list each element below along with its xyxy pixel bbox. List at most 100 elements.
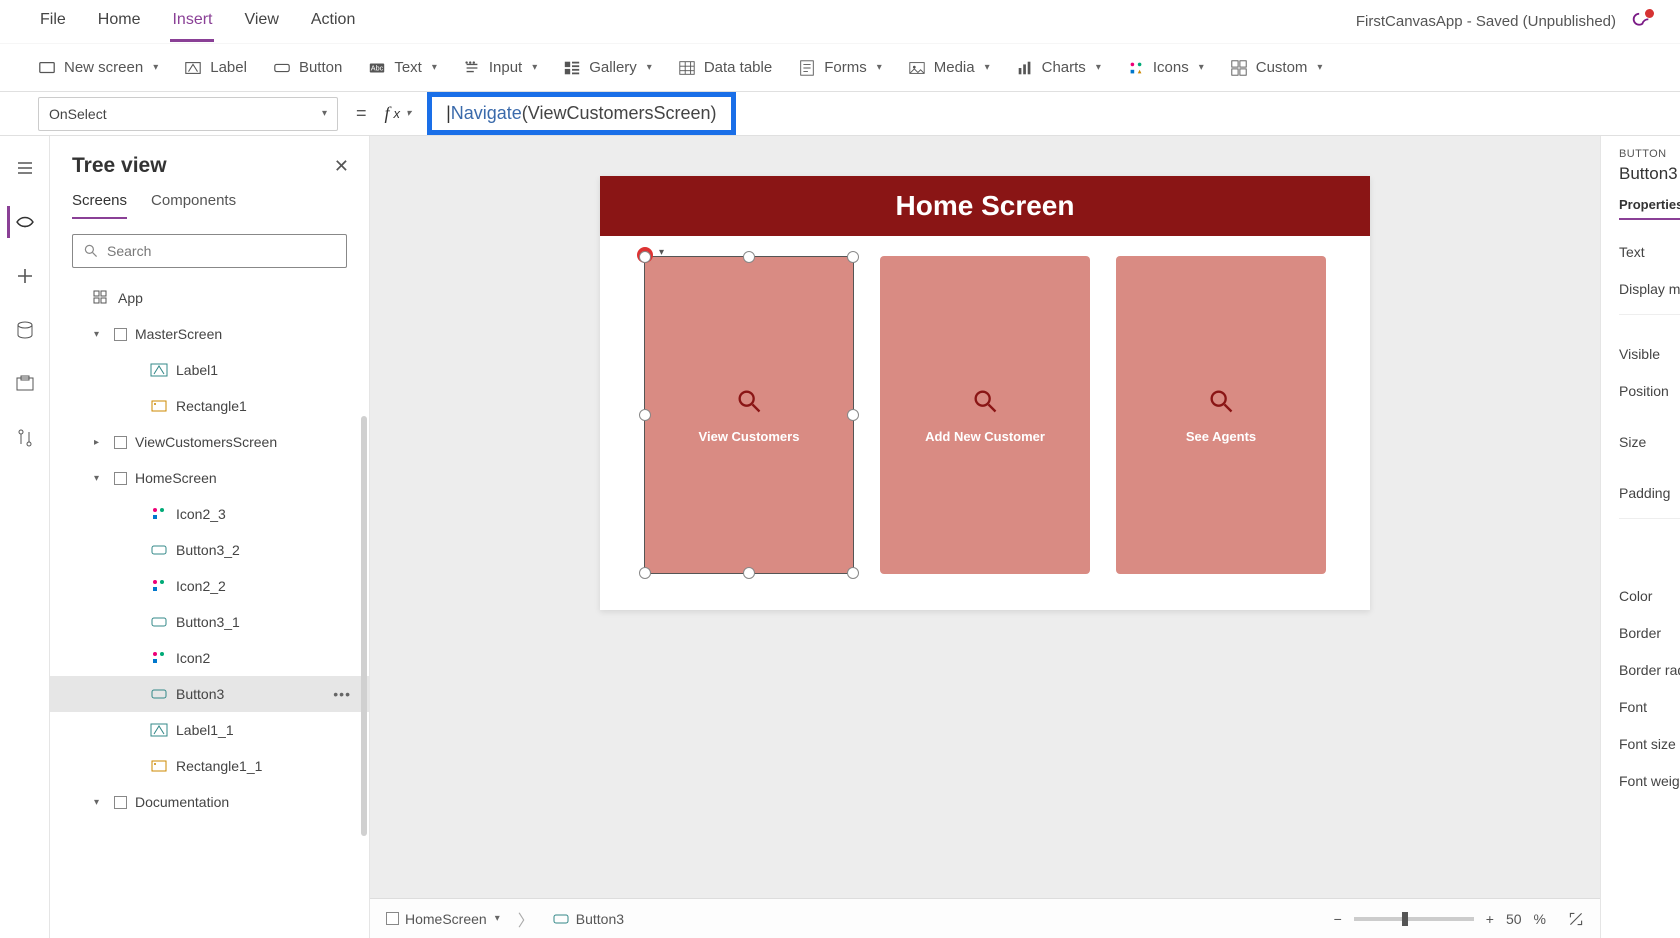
tree-node-icon2-2[interactable]: Icon2_2 — [50, 568, 369, 604]
resize-handle[interactable] — [743, 567, 755, 579]
rail-tools-icon[interactable] — [9, 422, 41, 454]
prop-position[interactable]: Position — [1619, 373, 1680, 410]
tree-node-button3[interactable]: Button3 ••• — [50, 676, 369, 712]
zoom-in-button[interactable]: + — [1486, 911, 1494, 927]
checkbox-icon[interactable] — [114, 328, 127, 341]
prop-font-weight[interactable]: Font weight — [1619, 763, 1680, 800]
rail-tree-view-icon[interactable] — [7, 206, 39, 238]
resize-handle[interactable] — [639, 251, 651, 263]
resize-handle[interactable] — [639, 409, 651, 421]
checkbox-icon[interactable] — [114, 796, 127, 809]
checkbox-icon[interactable] — [114, 436, 127, 449]
search-input[interactable]: Search — [72, 234, 347, 268]
prop-font[interactable]: Font — [1619, 689, 1680, 726]
props-tab-properties[interactable]: Properties — [1619, 197, 1680, 220]
menu-action[interactable]: Action — [309, 1, 357, 42]
resize-handle[interactable] — [847, 409, 859, 421]
tile-add-customer[interactable]: Add New Customer — [880, 256, 1090, 574]
app-health-icon[interactable] — [1630, 11, 1652, 33]
custom-button[interactable]: Custom▾ — [1230, 59, 1323, 77]
icons-button[interactable]: Icons▾ — [1127, 59, 1204, 77]
fx-icon[interactable]: fx▾ — [385, 103, 412, 124]
tree-node-app[interactable]: App — [50, 280, 369, 316]
zoom-slider[interactable] — [1354, 917, 1474, 921]
zoom-thumb[interactable] — [1402, 912, 1408, 926]
menu-file[interactable]: File — [38, 1, 68, 42]
media-button[interactable]: Media▾ — [908, 59, 990, 77]
prop-border-radius[interactable]: Border radiu — [1619, 652, 1680, 689]
menu-view[interactable]: View — [242, 1, 280, 42]
button-button[interactable]: Button — [273, 59, 342, 77]
prop-size[interactable]: Size — [1619, 424, 1680, 461]
tile-see-agents[interactable]: See Agents — [1116, 256, 1326, 574]
prop-border[interactable]: Border — [1619, 615, 1680, 652]
tree-node-masterscreen[interactable]: ▾ MasterScreen — [50, 316, 369, 352]
breadcrumb-control[interactable]: Button3 — [552, 910, 624, 928]
resize-handle[interactable] — [847, 567, 859, 579]
svg-text:Abc: Abc — [371, 63, 384, 72]
charts-button[interactable]: Charts▾ — [1016, 59, 1101, 77]
prop-visible[interactable]: Visible — [1619, 336, 1680, 373]
prop-padding[interactable]: Padding — [1619, 475, 1680, 512]
tree-node-rectangle1[interactable]: Rectangle1 — [50, 388, 369, 424]
tab-components[interactable]: Components — [151, 192, 236, 219]
chevron-down-icon[interactable]: ▾ — [94, 473, 106, 484]
input-button[interactable]: Input▾ — [463, 59, 537, 77]
menu-home[interactable]: Home — [96, 1, 143, 42]
zoom-controls: − + 50 % — [1334, 911, 1584, 927]
rail-data-icon[interactable] — [9, 314, 41, 346]
zoom-out-button[interactable]: − — [1334, 911, 1342, 927]
new-screen-button[interactable]: New screen▾ — [38, 59, 158, 77]
rail-hamburger-icon[interactable] — [9, 152, 41, 184]
scrollbar[interactable] — [361, 416, 367, 836]
formula-arg: ViewCustomersScreen — [528, 103, 711, 123]
chevron-down-icon: ▾ — [495, 913, 500, 924]
prop-font-size[interactable]: Font size — [1619, 726, 1680, 763]
chevron-down-icon[interactable]: ▾ — [94, 797, 106, 808]
canvas-stage[interactable]: Home Screen ✕ ▾ V — [370, 136, 1600, 898]
prop-color[interactable]: Color — [1619, 578, 1680, 615]
resize-handle[interactable] — [847, 251, 859, 263]
chevron-down-icon[interactable]: ▾ — [94, 329, 106, 340]
close-panel-icon[interactable]: ✕ — [334, 156, 349, 177]
screen-header[interactable]: Home Screen — [600, 176, 1370, 236]
resize-handle[interactable] — [743, 251, 755, 263]
tree-label: Documentation — [135, 794, 229, 810]
search-icon — [971, 387, 999, 415]
tree-node-icon2-3[interactable]: Icon2_3 — [50, 496, 369, 532]
breadcrumb-screen[interactable]: HomeScreen ▾ — [386, 911, 500, 927]
forms-button[interactable]: Forms▾ — [798, 59, 882, 77]
chevron-down-icon[interactable]: ▾ — [659, 247, 664, 258]
canvas-screen[interactable]: Home Screen ✕ ▾ V — [600, 176, 1370, 610]
tab-screens[interactable]: Screens — [72, 192, 127, 219]
search-placeholder: Search — [107, 243, 151, 259]
rail-add-icon[interactable] — [9, 260, 41, 292]
fit-screen-icon[interactable] — [1568, 911, 1584, 927]
tree-node-label1-1[interactable]: Label1_1 — [50, 712, 369, 748]
tile-view-customers[interactable]: ✕ ▾ View Customers — [644, 256, 854, 574]
property-selector[interactable]: OnSelect ▾ — [38, 97, 338, 131]
tree-node-label1[interactable]: Label1 — [50, 352, 369, 388]
chevron-right-icon[interactable]: ▸ — [94, 437, 106, 448]
tree-node-button3-1[interactable]: Button3_1 — [50, 604, 369, 640]
checkbox-icon[interactable] — [114, 472, 127, 485]
tree-node-homescreen[interactable]: ▾ HomeScreen — [50, 460, 369, 496]
tree-label: HomeScreen — [135, 470, 217, 486]
gallery-button[interactable]: Gallery▾ — [563, 59, 652, 77]
formula-input[interactable]: |Navigate(ViewCustomersScreen) — [446, 103, 716, 124]
prop-text[interactable]: Text — [1619, 234, 1680, 271]
resize-handle[interactable] — [639, 567, 651, 579]
tree-node-viewcustomersscreen[interactable]: ▸ ViewCustomersScreen — [50, 424, 369, 460]
text-button[interactable]: Abc Text▾ — [368, 59, 437, 77]
menu-insert[interactable]: Insert — [170, 1, 214, 42]
data-table-button[interactable]: Data table — [678, 59, 772, 77]
tree-node-rectangle1-1[interactable]: Rectangle1_1 — [50, 748, 369, 784]
rail-media-icon[interactable] — [9, 368, 41, 400]
label-button[interactable]: Label — [184, 59, 247, 77]
more-options-icon[interactable]: ••• — [333, 686, 351, 702]
tree-node-documentation[interactable]: ▾ Documentation — [50, 784, 369, 820]
prop-display-mode[interactable]: Display mod — [1619, 271, 1680, 308]
tree-node-button3-2[interactable]: Button3_2 — [50, 532, 369, 568]
tree-node-icon2[interactable]: Icon2 — [50, 640, 369, 676]
formula-bar: OnSelect ▾ = fx▾ |Navigate(ViewCustomers… — [0, 92, 1680, 136]
